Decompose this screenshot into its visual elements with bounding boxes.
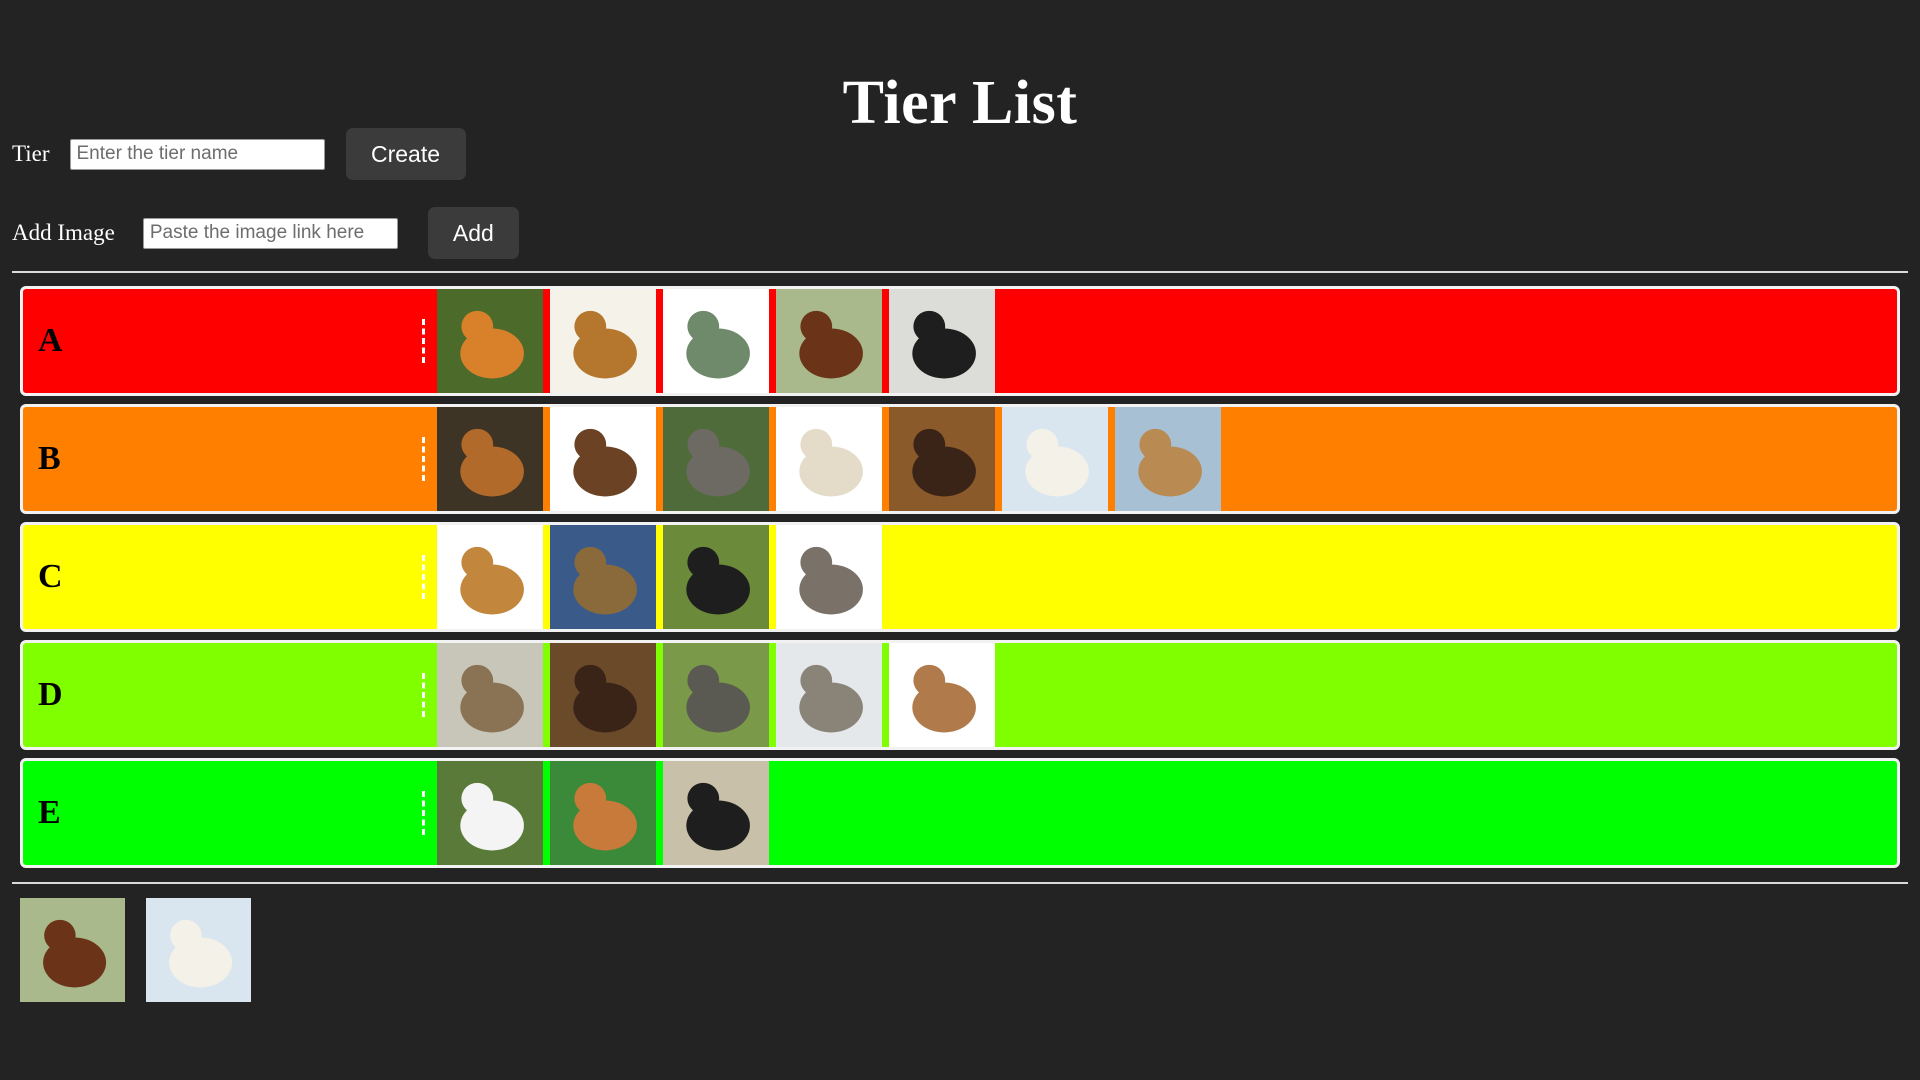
tier-label-area: C [23, 525, 437, 629]
horse-image[interactable] [776, 289, 882, 393]
drag-handle-icon[interactable] [422, 791, 425, 835]
create-tier-button[interactable]: Create [345, 128, 466, 180]
camel-image[interactable] [1115, 407, 1221, 511]
lion-image[interactable] [550, 289, 656, 393]
tier-label-area: A [23, 289, 437, 393]
tier-row-e[interactable]: E [20, 758, 1900, 868]
unranked-image-pool [20, 898, 272, 1002]
tier-row-b[interactable]: B [20, 404, 1900, 514]
owlet-image[interactable] [550, 525, 656, 629]
drag-handle-icon[interactable] [422, 673, 425, 717]
add-image-form: Add Image Add [12, 207, 519, 259]
tier-rows: A B C D E [20, 286, 1900, 876]
bottom-divider [12, 882, 1908, 884]
tier-items-dropzone[interactable] [437, 761, 776, 865]
tier-name-input[interactable] [69, 138, 325, 170]
tier-items-dropzone[interactable] [437, 525, 889, 629]
tier-create-form: Tier Create [12, 128, 466, 180]
goat-image[interactable] [889, 407, 995, 511]
tier-name: D [38, 676, 63, 713]
tier-name: B [38, 440, 61, 477]
polar-bear-image[interactable] [1002, 407, 1108, 511]
top-divider [12, 271, 1908, 273]
panda-image[interactable] [437, 761, 543, 865]
tier-items-dropzone[interactable] [437, 289, 1002, 393]
rhinoceros-image[interactable] [663, 643, 769, 747]
image-link-input[interactable] [142, 217, 398, 249]
chimpanzee-image[interactable] [663, 525, 769, 629]
drag-handle-icon[interactable] [422, 555, 425, 599]
add-image-label: Add Image [12, 220, 115, 245]
add-image-button[interactable]: Add [427, 207, 519, 259]
tier-row-a[interactable]: A [20, 286, 1900, 396]
polar-bear-image[interactable] [146, 898, 251, 1002]
zebra-image[interactable] [663, 761, 769, 865]
cat-image[interactable] [550, 761, 656, 865]
tier-name: C [38, 558, 63, 595]
tier-row-d[interactable]: D [20, 640, 1900, 750]
tiger-image[interactable] [437, 289, 543, 393]
tier-items-dropzone[interactable] [437, 643, 1002, 747]
tier-list-page: Tier List Tier Create Add Image Add ABCD… [0, 0, 1920, 1080]
tier-name: E [38, 794, 61, 831]
tier-name-label: Tier [12, 141, 50, 166]
tier-label-area: E [23, 761, 437, 865]
kangaroo-image[interactable] [889, 643, 995, 747]
elephant-image[interactable] [663, 407, 769, 511]
hyena-image[interactable] [437, 643, 543, 747]
drag-handle-icon[interactable] [422, 437, 425, 481]
tier-row-c[interactable]: C [20, 522, 1900, 632]
horse-image[interactable] [20, 898, 125, 1002]
deer-image[interactable] [550, 643, 656, 747]
tier-items-dropzone[interactable] [437, 407, 1228, 511]
cow-image[interactable] [889, 289, 995, 393]
tier-label-area: D [23, 643, 437, 747]
dog-image[interactable] [437, 407, 543, 511]
bear-image[interactable] [550, 407, 656, 511]
drag-handle-icon[interactable] [422, 319, 425, 363]
reindeer-image[interactable] [776, 643, 882, 747]
tier-label-area: B [23, 407, 437, 511]
sheep-image[interactable] [776, 407, 882, 511]
tier-name: A [38, 322, 63, 359]
dinosaur-image[interactable] [663, 289, 769, 393]
donkey-image[interactable] [776, 525, 882, 629]
giraffe-image[interactable] [437, 525, 543, 629]
